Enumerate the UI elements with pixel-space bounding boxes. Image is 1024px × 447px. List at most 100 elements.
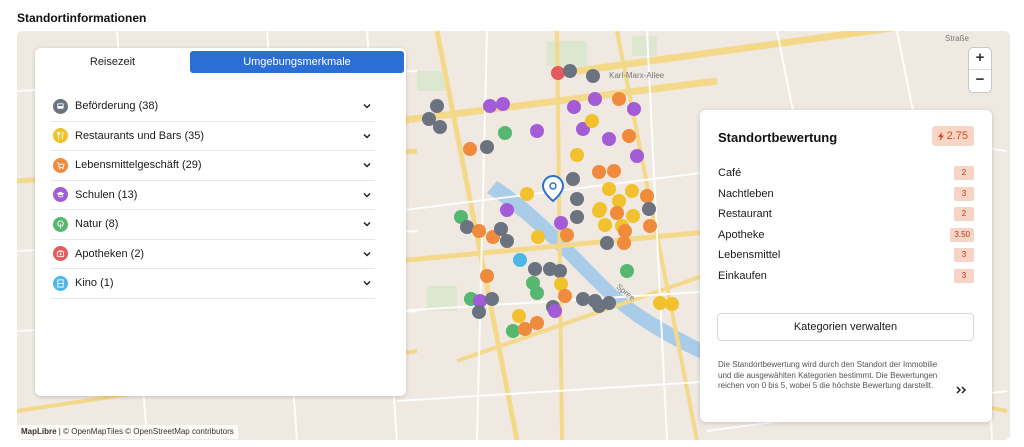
poi-marker — [548, 304, 562, 318]
zoom-in-button[interactable]: + — [969, 48, 991, 70]
category-list: Beförderung (38) Restaurants und Bars (3… — [51, 92, 375, 299]
category-schulen[interactable]: Schulen (13) — [51, 181, 375, 210]
category-label: Kino (1) — [75, 277, 114, 290]
poi-marker — [528, 262, 542, 276]
rating-value: 3 — [954, 248, 974, 263]
poi-marker — [520, 187, 534, 201]
poi-marker — [600, 236, 614, 250]
poi-marker — [570, 148, 584, 162]
category-apotheken[interactable]: Apotheken (2) — [51, 240, 375, 269]
poi-marker — [531, 230, 545, 244]
chevron-down-icon — [363, 251, 371, 257]
overall-score-value: 2.75 — [946, 130, 968, 142]
poi-marker — [612, 92, 626, 106]
poi-marker — [627, 102, 641, 116]
poi-marker — [480, 269, 494, 283]
poi-marker — [500, 203, 514, 217]
chevron-down-icon — [363, 192, 371, 198]
rating-value: 3 — [954, 186, 974, 201]
rating-name: Apotheke — [718, 228, 765, 241]
poi-marker — [530, 124, 544, 138]
rating-value: 2 — [954, 166, 974, 181]
poi-marker — [463, 142, 477, 156]
poi-marker — [460, 220, 474, 234]
category-lebensmittel[interactable]: Lebensmittelgeschäft (29) — [51, 151, 375, 181]
rating-name: Café — [718, 167, 742, 180]
tab-umgebungsmerkmale[interactable]: Umgebungsmerkmale — [190, 51, 404, 73]
poi-marker — [592, 204, 606, 218]
double-chevron-right-icon[interactable] — [955, 385, 967, 395]
category-befoerderung[interactable]: Beförderung (38) — [51, 92, 375, 122]
chevron-down-icon — [363, 221, 371, 227]
poi-marker — [512, 309, 526, 323]
poi-marker — [560, 228, 574, 242]
poi-marker — [586, 69, 600, 83]
poi-marker — [567, 100, 581, 114]
poi-marker — [630, 149, 644, 163]
poi-marker — [640, 189, 654, 203]
poi-marker — [472, 224, 486, 238]
zoom-controls: + − — [969, 48, 991, 92]
category-label: Schulen (13) — [75, 188, 138, 201]
rating-name: Restaurant — [718, 208, 772, 221]
poi-marker — [500, 234, 514, 248]
poi-marker — [554, 216, 568, 230]
attribution-brand[interactable]: MapLibre — [21, 427, 57, 436]
section-title: Standortinformationen — [17, 11, 147, 25]
poi-marker — [592, 165, 606, 179]
zoom-out-button[interactable]: − — [969, 70, 991, 92]
poi-marker — [553, 264, 567, 278]
rating-row-einkaufen: Einkaufen 3 — [718, 266, 974, 287]
poi-marker — [612, 194, 626, 208]
poi-marker — [607, 164, 621, 178]
poi-marker — [566, 172, 580, 186]
rating-list: Café 2 Nachtleben 3 Restaurant 2 Apothek… — [718, 163, 974, 286]
poi-marker — [430, 99, 444, 113]
manage-categories-button[interactable]: Kategorien verwalten — [717, 313, 974, 341]
poi-marker — [592, 299, 606, 313]
category-label: Natur (8) — [75, 218, 119, 231]
category-restaurants[interactable]: Restaurants und Bars (35) — [51, 122, 375, 151]
poi-marker — [513, 253, 527, 267]
poi-marker — [585, 114, 599, 128]
poi-marker — [625, 184, 639, 198]
bus-icon — [53, 98, 68, 114]
film-icon — [53, 275, 68, 291]
category-label: Restaurants und Bars (35) — [75, 129, 205, 142]
rating-name: Lebensmittel — [718, 249, 781, 262]
poi-marker — [558, 289, 572, 303]
shopping-cart-icon — [53, 157, 68, 173]
poi-marker — [588, 92, 602, 106]
poi-marker — [665, 297, 679, 311]
poi-marker — [618, 224, 632, 238]
poi-marker — [496, 97, 510, 111]
category-label: Lebensmittelgeschäft (29) — [75, 159, 202, 172]
street-label-strasse: Straße — [945, 34, 970, 43]
chevron-down-icon — [363, 280, 371, 286]
poi-marker — [530, 316, 544, 330]
rating-row-apotheke: Apotheke 3.50 — [718, 225, 974, 246]
poi-marker — [602, 132, 616, 146]
poi-marker — [610, 206, 624, 220]
lightning-icon — [937, 131, 944, 141]
rating-value: 3.50 — [950, 227, 974, 242]
rating-row-lebensmittel: Lebensmittel 3 — [718, 245, 974, 266]
poi-marker — [530, 286, 544, 300]
tab-reisezeit[interactable]: Reisezeit — [37, 51, 188, 73]
street-label-karl-marx: Karl-Marx-Allee — [609, 71, 665, 80]
rating-description: Die Standortbewertung wird durch den Sta… — [718, 360, 938, 390]
rating-row-nachtleben: Nachtleben 3 — [718, 184, 974, 205]
attribution-text[interactable]: | © OpenMapTiles © OpenStreetMap contrib… — [59, 427, 234, 436]
poi-marker — [570, 192, 584, 206]
rating-panel-title: Standortbewertung — [718, 130, 838, 145]
chevron-down-icon — [363, 133, 371, 139]
poi-marker — [506, 324, 520, 338]
category-kino[interactable]: Kino (1) — [51, 269, 375, 299]
rating-value: 2 — [954, 207, 974, 222]
property-pin-icon — [541, 174, 565, 203]
category-label: Apotheken (2) — [75, 247, 145, 260]
poi-marker — [570, 210, 584, 224]
category-natur[interactable]: Natur (8) — [51, 210, 375, 240]
rating-row-cafe: Café 2 — [718, 163, 974, 184]
poi-marker — [498, 126, 512, 140]
